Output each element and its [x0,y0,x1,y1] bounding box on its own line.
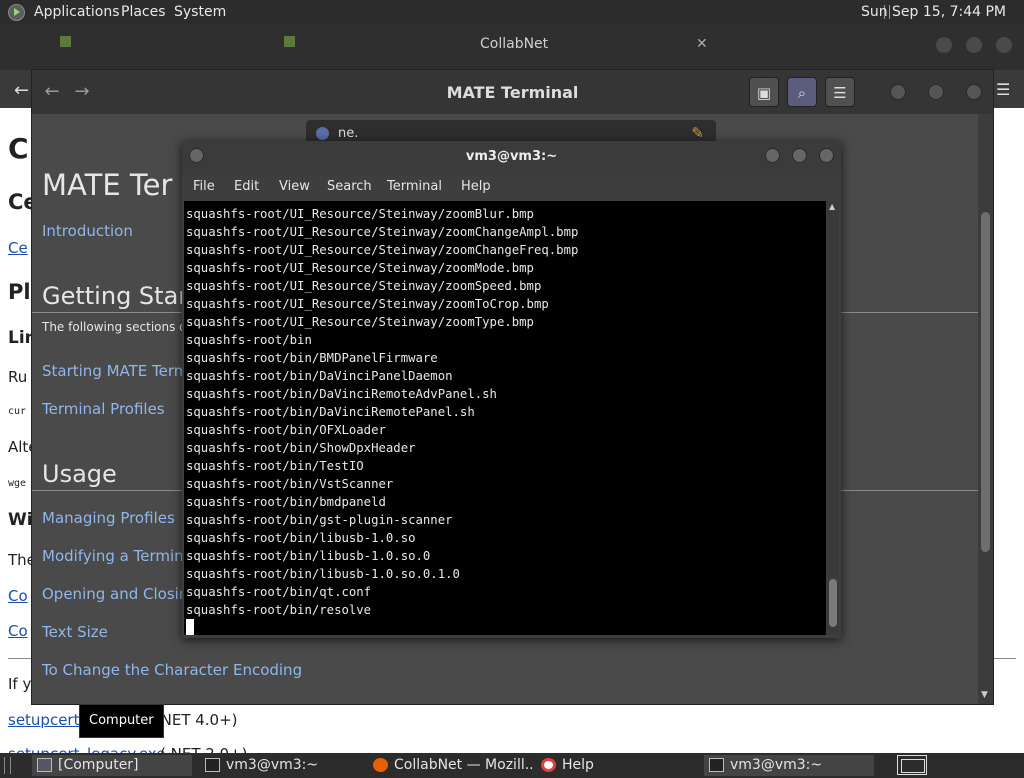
page-heading: Pl [8,280,31,304]
scrollbar-thumb[interactable] [981,212,990,552]
help-section-heading: Getting Star [42,282,189,310]
minimize-icon[interactable] [936,37,952,53]
menu-search[interactable]: Search [327,179,372,194]
taskbar-label: Help [562,757,594,773]
help-link[interactable]: Opening and Closing [42,585,198,603]
search-icon [316,127,329,140]
page-text: If y [8,675,32,693]
help-link[interactable]: Terminal Profiles [42,400,165,418]
menu-view[interactable]: View [279,179,310,194]
applications-menu[interactable]: Applications [34,4,120,20]
page-link[interactable]: Ce [8,239,28,257]
menu-file[interactable]: File [193,179,215,194]
firefox-tab[interactable] [60,35,240,59]
google-drive-icon [60,36,71,47]
help-link[interactable]: To Change the Character Encoding [42,661,302,679]
help-text: The following sections de [42,320,195,334]
terminal-menubar: File Edit View Search Terminal Help [182,175,841,201]
taskbar-label: CollabNet — Mozill... [394,757,534,773]
terminal-screen[interactable]: squashfs-root/UI_Resource/Steinway/zoomB… [184,201,826,635]
help-link-introduction[interactable]: Introduction [42,222,133,240]
firefox-active-tab[interactable]: CollabNet [480,36,548,52]
taskbar-item-terminal[interactable]: vm3@vm3:~ [704,755,874,776]
taskbar-item-computer[interactable]: [Computer] [32,755,192,776]
system-menu[interactable]: System [174,4,226,20]
help-link[interactable]: Starting MATE Term [42,362,188,380]
taskbar-label: vm3@vm3:~ [730,757,823,773]
firefox-tab[interactable] [284,35,464,59]
page-code: wge [8,478,27,489]
terminal-scrollbar[interactable]: ▲ [827,201,839,635]
hamburger-menu-icon[interactable]: ☰ [825,77,855,107]
terminal-title: vm3@vm3:~ [465,149,558,164]
maximize-icon[interactable] [928,84,944,100]
close-icon[interactable] [819,148,834,163]
page-text: Ru [8,368,28,386]
minimize-icon[interactable] [890,84,906,100]
menu-terminal[interactable]: Terminal [387,179,442,194]
tooltip: Computer [79,704,164,738]
page-link[interactable]: setupcert [8,711,79,729]
close-icon[interactable] [996,37,1012,53]
help-headerbar: ← → MATE Terminal ▣ ⌕ ☰ [32,70,993,114]
top-panel: Applications Places System Sun Sep 15, 7… [0,0,1024,25]
terminal-output: squashfs-root/UI_Resource/Steinway/zoomB… [186,207,579,617]
help-link[interactable]: Modifying a Termina [42,547,193,565]
places-menu[interactable]: Places [121,4,166,20]
mate-logo-icon[interactable] [8,4,25,21]
clock[interactable]: Sun Sep 15, 7:44 PM [861,4,1006,20]
scroll-up-arrow-icon[interactable]: ▲ [829,202,835,211]
maximize-icon[interactable] [966,37,982,53]
close-icon[interactable] [966,84,982,100]
terminal-icon [205,758,220,772]
search-icon[interactable]: ⌕ [787,77,817,107]
find-input[interactable]: ne. [338,126,358,141]
terminal-icon [709,758,724,772]
terminal-titlebar[interactable]: vm3@vm3:~ [182,141,841,175]
taskbar-item-firefox[interactable]: CollabNet — Mozill... [368,755,534,776]
help-scrollbar[interactable]: ▼ [978,114,993,704]
taskbar-item-terminal[interactable]: vm3@vm3:~ [200,755,360,776]
hamburger-menu-icon[interactable]: ☰ [996,80,1010,99]
help-link[interactable]: Managing Profiles [42,509,175,527]
back-arrow-icon[interactable]: ← [14,80,29,101]
page-link[interactable]: Co [8,622,28,640]
terminal-cursor [186,619,194,635]
taskbar-label: [Computer] [58,757,139,773]
workspace-switcher[interactable] [897,755,927,775]
menu-help[interactable]: Help [461,179,491,194]
page-heading: Wi [8,510,33,530]
terminal-window: vm3@vm3:~ File Edit View Search Terminal… [182,141,841,638]
show-desktop-icon[interactable] [4,757,11,774]
scroll-down-arrow-icon[interactable]: ▼ [981,690,988,700]
taskbar-label: vm3@vm3:~ [226,757,319,773]
menu-edit[interactable]: Edit [234,179,259,194]
clear-brush-icon[interactable]: ✎ [691,124,704,142]
firefox-tab[interactable] [734,35,914,59]
minimize-icon[interactable] [765,148,780,163]
maximize-icon[interactable] [792,148,807,163]
page-heading: C [8,132,29,165]
computer-icon [37,758,52,772]
help-heading: MATE Ter [42,168,173,202]
taskbar-item-help[interactable]: Help [536,755,696,776]
page-link[interactable]: Co [8,587,28,605]
help-link[interactable]: Text Size [42,623,108,641]
google-drive-icon [284,36,295,47]
tab-close-icon[interactable]: ✕ [696,36,708,52]
bookmark-icon[interactable]: ▣ [749,77,779,107]
help-section-heading: Usage [42,460,117,488]
page-code: cur [8,406,27,417]
help-lifebuoy-icon [541,758,556,772]
firefox-icon [373,758,388,772]
bottom-panel: [Computer] vm3@vm3:~ CollabNet — Mozill.… [0,753,1024,778]
scrollbar-thumb[interactable] [829,579,837,627]
